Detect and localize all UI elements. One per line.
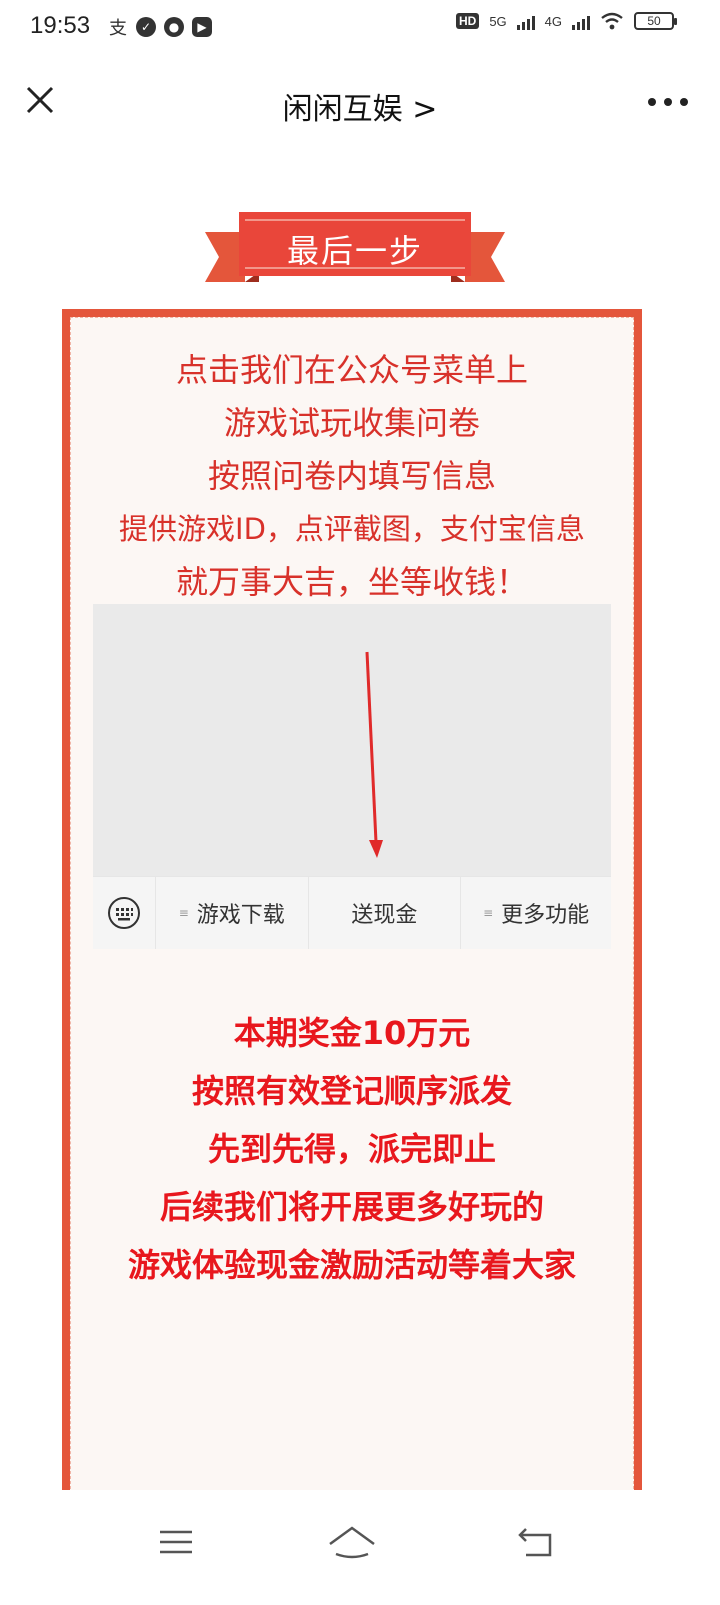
intro-line-4: 提供游戏ID，点评截图，支付宝信息	[119, 512, 585, 546]
instruction-card: 点击我们在公众号菜单上 游戏试玩收集问卷 按照问卷内填写信息 提供游戏ID，点评…	[62, 309, 642, 1520]
back-icon[interactable]	[506, 1512, 566, 1572]
chat-bubble-icon: ●	[164, 17, 184, 37]
hd-badge: HD	[455, 13, 480, 29]
network-4g-label: 4G	[544, 13, 562, 29]
menu-lines-icon: ≡	[483, 906, 494, 920]
intro-line-1: 点击我们在公众号菜单上	[175, 351, 528, 389]
signal-5g-icon	[516, 12, 535, 30]
status-right: HD 5G 4G 50	[455, 12, 677, 30]
arrow-icon	[365, 651, 383, 858]
wechat-menu-bar: ≡ 游戏下载 送现金 ≡ 更多功能	[93, 876, 611, 949]
wifi-icon	[601, 12, 623, 30]
menu-item-more-functions[interactable]: ≡ 更多功能	[461, 877, 611, 949]
home-icon[interactable]	[322, 1512, 382, 1572]
network-5g-label: 5G	[489, 13, 507, 29]
intro-line-5: 就万事大吉，坐等收钱！	[175, 563, 528, 601]
menu-screenshot: ≡ 游戏下载 送现金 ≡ 更多功能	[93, 604, 611, 949]
menu-icon[interactable]	[146, 1512, 206, 1572]
check-circle-icon: ✓	[136, 17, 156, 37]
instruction-card-inner: 点击我们在公众号菜单上 游戏试玩收集问卷 按照问卷内填写信息 提供游戏ID，点评…	[70, 317, 634, 1520]
intro-line-3: 按照问卷内填写信息	[207, 457, 496, 495]
keyboard-icon[interactable]	[93, 877, 156, 949]
intro-text: 点击我们在公众号菜单上 游戏试玩收集问卷 按照问卷内填写信息 提供游戏ID，点评…	[71, 344, 633, 609]
page-title[interactable]: 闲闲互娱 >	[0, 84, 720, 128]
more-icon[interactable]	[648, 98, 688, 106]
menu-item-label: 游戏下载	[196, 903, 285, 928]
status-bar: 19:53 支 ✓ ● ▶ HD 5G 4G 50	[0, 0, 720, 56]
play-icon: ▶	[192, 17, 212, 37]
step-banner: 最后一步	[205, 208, 505, 288]
menu-item-label: 送现金	[351, 903, 418, 928]
status-time: 19:53	[30, 12, 91, 39]
menu-item-game-download[interactable]: ≡ 游戏下载	[156, 877, 309, 949]
status-notifications: 支 ✓ ● ▶	[108, 14, 212, 40]
nav-bar: 闲闲互娱 >	[0, 56, 720, 153]
menu-item-send-cash[interactable]: 送现金	[309, 877, 462, 949]
signal-4g-icon	[572, 12, 590, 30]
intro-line-2: 游戏试玩收集问卷	[223, 404, 480, 442]
bonus-text: 本期奖金10万元 按照有效登记顺序派发 先到先得，派完即止 后续我们将开展更多好…	[127, 1014, 576, 1284]
system-nav-bar	[0, 1490, 720, 1605]
step-banner-label: 最后一步	[286, 232, 423, 270]
article-content: 最后一步 点击我们在公众号菜单上 游戏试玩收集问卷 按照问卷内填写信息 提供游戏…	[0, 152, 720, 1520]
menu-lines-icon: ≡	[178, 906, 189, 920]
battery-indicator: 50	[634, 12, 677, 30]
alipay-icon: 支	[109, 18, 127, 39]
menu-item-label: 更多功能	[501, 903, 590, 928]
